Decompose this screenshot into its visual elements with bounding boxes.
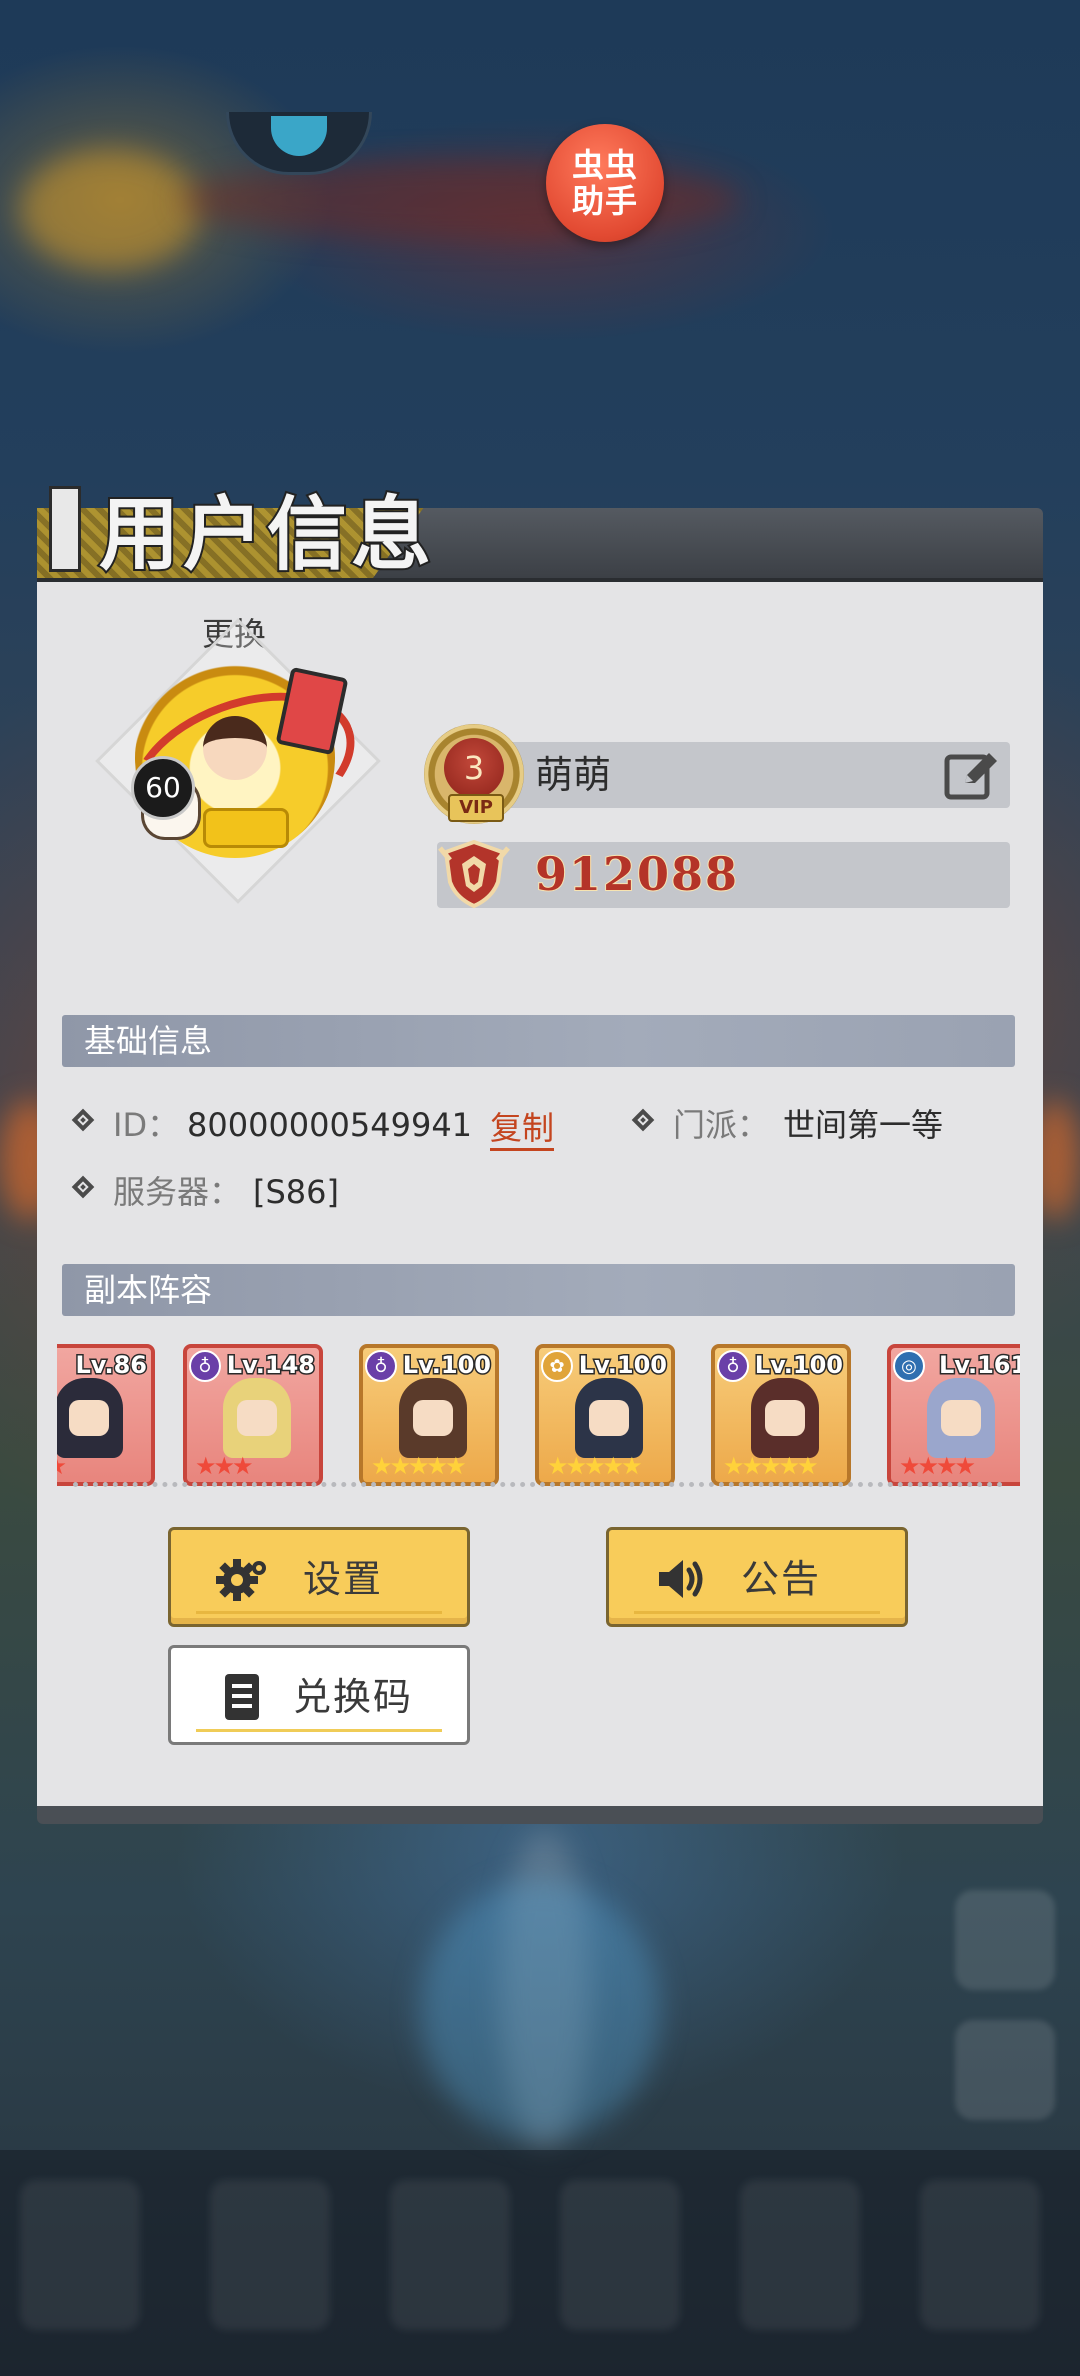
id-label: ID： <box>113 1106 180 1144</box>
edit-name-button[interactable] <box>943 747 1001 803</box>
hero-stars: ★★ <box>57 1452 67 1480</box>
dark-element-icon: ♁ <box>189 1350 221 1382</box>
server-value: [S86] <box>253 1173 339 1211</box>
hero-face <box>413 1400 453 1436</box>
hero-face <box>237 1400 277 1436</box>
hero-stars: ★★★★★ <box>371 1452 467 1480</box>
divider <box>73 1482 1003 1487</box>
settings-button[interactable]: 设置 <box>168 1527 470 1627</box>
hero-card[interactable]: ✿ Lv.100 ★★★★★ <box>535 1344 675 1486</box>
hero-card[interactable]: ♁ Lv.100 ★★★★★ <box>711 1344 851 1486</box>
combat-power-value: 912088 <box>534 846 740 902</box>
basic-info-header: 基础信息 <box>62 1015 1015 1067</box>
shield-icon <box>438 839 510 909</box>
helper-label-line1: 虫虫 <box>571 146 638 184</box>
nav-ghost-5 <box>740 2180 860 2330</box>
hero-level: Lv.148 <box>225 1350 316 1381</box>
button-underline <box>634 1611 880 1614</box>
hero-card[interactable]: Lv.86 ★★ <box>57 1344 155 1486</box>
notice-button[interactable]: 公告 <box>606 1527 908 1627</box>
water-element-icon: ◎ <box>893 1350 925 1382</box>
light-element-icon: ✿ <box>541 1350 573 1382</box>
bg-crystal <box>420 1880 660 2140</box>
dialog-title: 用户信息 <box>97 486 435 583</box>
nav-ghost-3 <box>390 2180 510 2330</box>
hero-stars: ★★★★★ <box>723 1452 819 1480</box>
vip-tag: VIP <box>448 794 504 822</box>
hero-card[interactable]: ◎ Lv.161 ★★★★ <box>887 1344 1020 1486</box>
dark-element-icon: ♁ <box>365 1350 397 1382</box>
settings-label: 设置 <box>303 1557 384 1601</box>
dark-element-icon: ♁ <box>717 1350 749 1382</box>
nav-ghost-6 <box>920 2180 1040 2330</box>
lineup-title: 副本阵容 <box>84 1271 213 1309</box>
bottom-nav-ghost <box>0 2150 1080 2376</box>
nav-ghost-2 <box>210 2180 330 2330</box>
hero-card[interactable]: ♁ Lv.100 ★★★★★ <box>359 1344 499 1486</box>
basic-info-title: 基础信息 <box>84 1022 213 1060</box>
sect-value: 世间第一等 <box>783 1106 944 1144</box>
button-underline <box>196 1729 442 1732</box>
hero-face <box>589 1400 629 1436</box>
hero-stars: ★★★★ <box>899 1452 976 1480</box>
dialog-bottom-edge <box>37 1806 1043 1824</box>
helper-label-line2: 助手 <box>571 182 638 220</box>
copy-id-link[interactable]: 复制 <box>490 1108 555 1151</box>
avatar-gold-ingot <box>203 808 289 848</box>
level-badge: 60 <box>131 756 195 820</box>
diamond-bullet-icon <box>631 1108 655 1132</box>
nav-ghost-1 <box>20 2180 140 2330</box>
bg-glow-top-left <box>20 150 200 270</box>
player-name: 萌萌 <box>535 753 612 797</box>
hero-level: Lv.100 <box>401 1350 492 1381</box>
hero-lineup[interactable]: Lv.86 ★★ ♁ Lv.148 ★★★ ♁ Lv.100 ★★★★★ <box>57 1344 1020 1494</box>
hero-card[interactable]: ♁ Lv.148 ★★★ <box>183 1344 323 1486</box>
edit-icon <box>944 753 997 800</box>
diamond-bullet-icon <box>71 1175 95 1199</box>
dialog-panel: 更换 60 3 VIP 萌萌 912088 基础信息 ID： 800000005… <box>37 578 1043 1812</box>
server-label: 服务器： <box>113 1173 242 1211</box>
avatar-face <box>203 716 267 780</box>
vip-badge: 3 VIP <box>424 724 524 824</box>
vip-level: 3 <box>444 738 504 798</box>
title-mark <box>49 486 81 572</box>
hero-face <box>765 1400 805 1436</box>
hero-stars: ★★★★★ <box>547 1452 643 1480</box>
side-button-ghost-2 <box>955 2020 1055 2120</box>
nav-ghost-4 <box>560 2180 680 2330</box>
hero-level: Lv.100 <box>753 1350 844 1381</box>
id-value: 80000000549941 <box>187 1106 473 1144</box>
button-underline <box>196 1611 442 1614</box>
notice-label: 公告 <box>741 1557 822 1601</box>
hero-level: Lv.161 <box>937 1350 1020 1381</box>
hero-face <box>941 1400 981 1436</box>
side-button-ghost-1 <box>955 1890 1055 1990</box>
hero-stars: ★★★ <box>195 1452 254 1480</box>
lineup-header: 副本阵容 <box>62 1264 1015 1316</box>
redeem-code-label: 兑换码 <box>293 1675 414 1719</box>
hero-level: Lv.86 <box>74 1350 148 1381</box>
helper-bubble[interactable]: 虫虫 助手 <box>546 124 664 242</box>
hero-face <box>69 1400 109 1436</box>
gear-icon <box>216 1559 266 1601</box>
redeem-code-button[interactable]: 兑换码 <box>168 1645 470 1745</box>
document-icon <box>225 1674 259 1720</box>
hero-level: Lv.100 <box>577 1350 668 1381</box>
diamond-bullet-icon <box>71 1108 95 1132</box>
sect-label: 门派： <box>673 1106 770 1144</box>
speaker-icon <box>659 1560 703 1598</box>
user-info-dialog: 用户信息 更换 60 3 VIP 萌萌 912088 基础信息 ID： 8000… <box>37 486 1043 1824</box>
